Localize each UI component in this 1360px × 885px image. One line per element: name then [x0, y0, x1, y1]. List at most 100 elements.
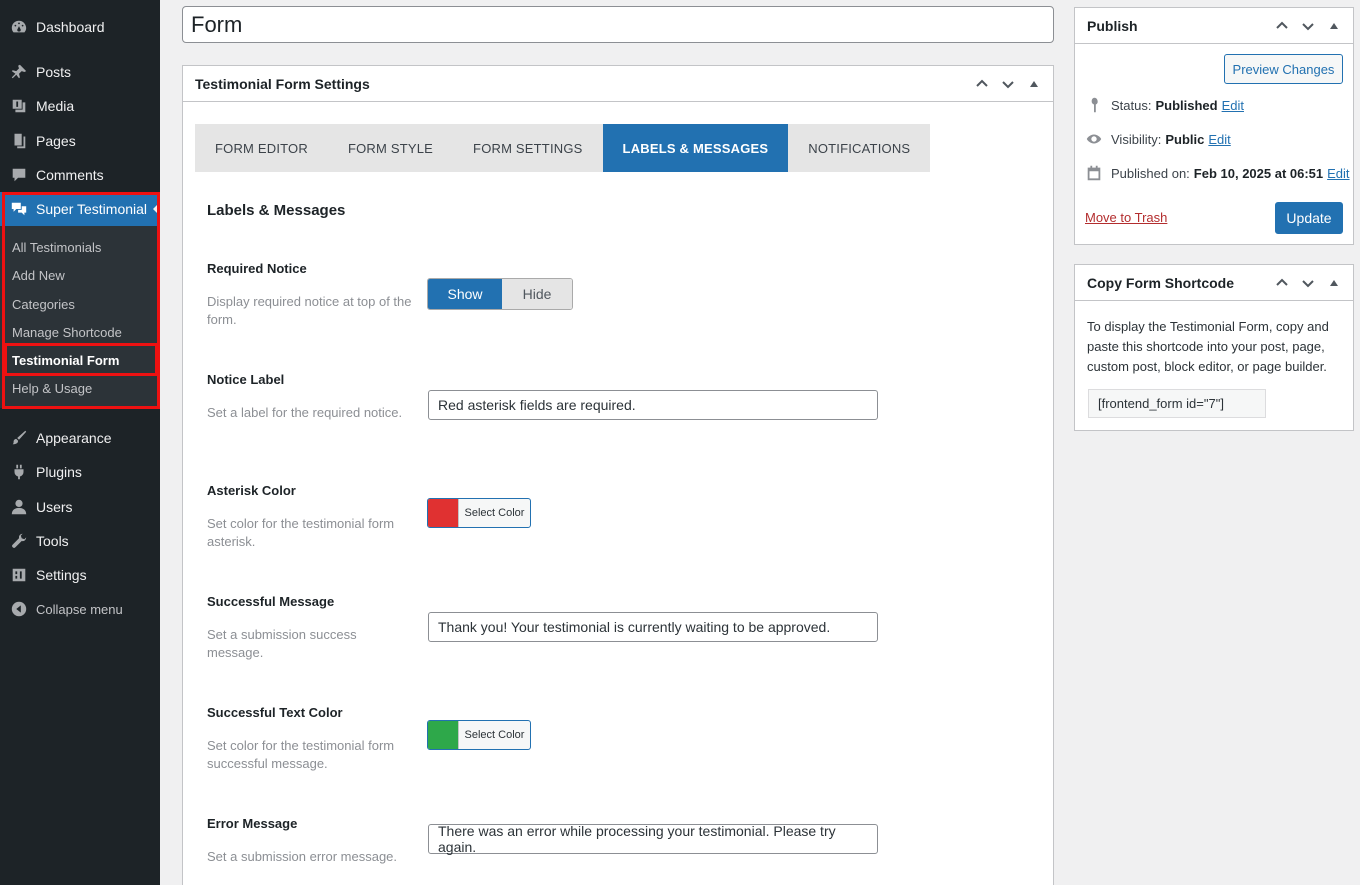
update-button[interactable]: Update [1275, 202, 1343, 234]
field-label-asterisk-color: Asterisk Color [207, 483, 296, 498]
field-label-notice-label: Notice Label [207, 372, 285, 387]
edit-status-link[interactable]: Edit [1222, 98, 1244, 113]
menu-posts[interactable]: Posts [0, 55, 160, 89]
copy-shortcode-box: Copy Form Shortcode To display the Testi… [1074, 264, 1354, 431]
user-icon [0, 498, 36, 516]
toggle-triangle-icon[interactable] [1021, 71, 1047, 97]
chevron-up-icon[interactable] [969, 71, 995, 97]
hide-button[interactable]: Hide [502, 279, 572, 309]
chevron-down-icon[interactable] [1295, 270, 1321, 296]
calendar-icon [1087, 165, 1101, 181]
tab-labels-messages[interactable]: LABELS & MESSAGES [602, 124, 789, 172]
menu-appearance[interactable]: Appearance [0, 421, 160, 455]
menu-label: Pages [36, 133, 76, 149]
testimonial-icon [0, 200, 36, 218]
field-desc-success-color: Set color for the testimonial form succe… [207, 738, 395, 771]
collapse-icon [0, 600, 36, 618]
field-desc-error-message: Set a submission error message. [207, 849, 398, 864]
menu-label: Collapse menu [36, 601, 123, 617]
move-to-trash-link[interactable]: Move to Trash [1085, 210, 1167, 225]
toggle-triangle-icon[interactable] [1321, 13, 1347, 39]
submenu-categories[interactable]: Categories [12, 294, 75, 314]
publish-box: Publish Preview Changes Status: Publishe… [1074, 7, 1354, 245]
tab-notifications[interactable]: NOTIFICATIONS [788, 124, 930, 172]
published-label: Published on: [1111, 165, 1190, 181]
published-on-row: Published on: Feb 10, 2025 at 06:51 Edit [1085, 164, 1350, 182]
submenu-help-usage[interactable]: Help & Usage [12, 378, 92, 398]
error-message-input[interactable]: There was an error while processing your… [428, 823, 878, 855]
required-notice-toggle: Show Hide [427, 278, 573, 310]
tab-form-settings[interactable]: FORM SETTINGS [453, 124, 603, 172]
publish-title: Publish [1087, 17, 1138, 34]
menu-label: Tools [36, 533, 69, 549]
submenu-add-new[interactable]: Add New [12, 265, 65, 285]
submenu-manage-shortcode[interactable]: Manage Shortcode [12, 322, 122, 342]
plugin-icon [0, 463, 36, 481]
show-button[interactable]: Show [428, 279, 502, 309]
menu-label: Comments [36, 167, 104, 183]
menu-label: Super Testimonial [36, 201, 148, 217]
dashboard-icon [0, 18, 36, 36]
menu-label: Media [36, 98, 75, 114]
visibility-label: Visibility: [1111, 131, 1162, 147]
menu-media[interactable]: Media [0, 89, 160, 123]
asterisk-color-picker[interactable]: Select Color [427, 498, 531, 528]
tab-form-style[interactable]: FORM STYLE [328, 124, 453, 172]
status-label: Status: [1111, 97, 1152, 113]
menu-settings[interactable]: Settings [0, 558, 160, 592]
tab-form-editor[interactable]: FORM EDITOR [195, 124, 328, 172]
admin-sidebar: Dashboard Posts Media Pages Comments Sup… [0, 0, 160, 885]
edit-visibility-link[interactable]: Edit [1208, 132, 1230, 147]
shortcode-value[interactable]: [frontend_form id="7"] [1088, 389, 1266, 418]
media-icon [0, 97, 36, 115]
chevron-up-icon[interactable] [1269, 13, 1295, 39]
field-desc-asterisk-color: Set color for the testimonial form aster… [207, 516, 395, 549]
success-message-input[interactable]: Thank you! Your testimonial is currently… [428, 612, 878, 642]
field-label-required-notice: Required Notice [207, 261, 307, 276]
preview-changes-button[interactable]: Preview Changes [1224, 54, 1343, 84]
published-value: Feb 10, 2025 at 06:51 [1193, 165, 1324, 181]
select-color-label: Select Color [464, 729, 525, 741]
brush-icon [0, 429, 36, 447]
eye-icon [1086, 134, 1102, 144]
field-label-error-message: Error Message [207, 816, 298, 831]
pages-icon [0, 132, 36, 150]
menu-users[interactable]: Users [0, 490, 160, 524]
toggle-triangle-icon[interactable] [1321, 270, 1347, 296]
success-color-picker[interactable]: Select Color [427, 720, 531, 750]
section-title: Labels & Messages [207, 202, 346, 219]
menu-plugins[interactable]: Plugins [0, 455, 160, 489]
shortcode-title: Copy Form Shortcode [1087, 274, 1235, 291]
testimonial-form-settings-box: Testimonial Form Settings FORM EDITOR FO… [182, 65, 1054, 885]
notice-label-input[interactable]: Red asterisk fields are required. [428, 390, 878, 420]
chevron-down-icon[interactable] [995, 71, 1021, 97]
menu-dashboard[interactable]: Dashboard [0, 10, 160, 44]
menu-pages[interactable]: Pages [0, 124, 160, 158]
menu-comments[interactable]: Comments [0, 158, 160, 192]
color-swatch [428, 499, 459, 527]
post-title-input[interactable]: Form [182, 6, 1054, 43]
menu-collapse[interactable]: Collapse menu [0, 592, 160, 626]
submenu-all-testimonials[interactable]: All Testimonials [12, 237, 101, 257]
comment-icon [0, 166, 36, 184]
menu-super-testimonial[interactable]: Super Testimonial [0, 192, 160, 226]
settings-box-title: Testimonial Form Settings [195, 75, 370, 92]
field-label-success-color: Successful Text Color [207, 705, 343, 720]
settings-icon [0, 566, 36, 584]
wrench-icon [0, 532, 36, 550]
menu-tools[interactable]: Tools [0, 524, 160, 558]
select-color-label: Select Color [464, 507, 525, 519]
menu-label: Appearance [36, 430, 112, 446]
chevron-up-icon[interactable] [1269, 270, 1295, 296]
edit-date-link[interactable]: Edit [1327, 166, 1349, 181]
color-swatch [428, 721, 459, 749]
pin-icon [1091, 97, 1098, 113]
menu-label: Users [36, 499, 73, 515]
menu-label: Posts [36, 64, 72, 80]
settings-box-header: Testimonial Form Settings [183, 66, 1053, 102]
submenu-testimonial-form[interactable]: Testimonial Form [12, 350, 119, 370]
testimonial-submenu: All Testimonials Add New Categories Mana… [0, 226, 160, 408]
field-desc-success-message: Set a submission success message. [207, 627, 357, 660]
pin-icon [0, 63, 36, 81]
chevron-down-icon[interactable] [1295, 13, 1321, 39]
